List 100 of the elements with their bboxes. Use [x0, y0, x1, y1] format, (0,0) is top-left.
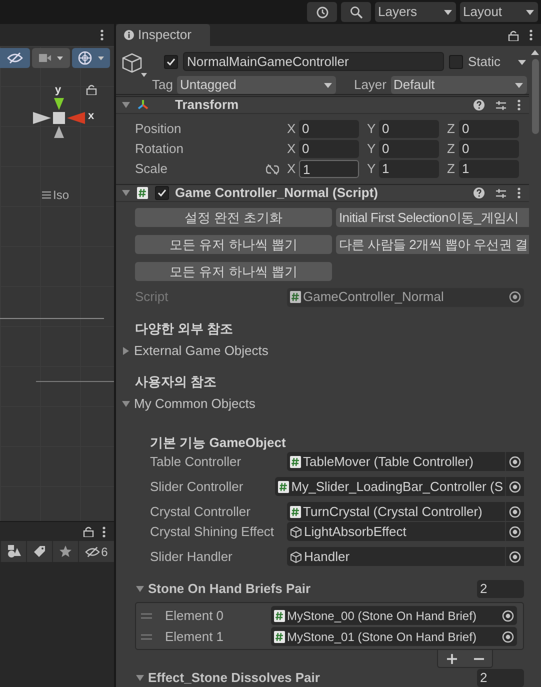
expanded-arrow-icon[interactable]	[121, 188, 131, 198]
caret-icon[interactable]	[517, 58, 527, 66]
expanded-arrow-icon[interactable]	[135, 584, 145, 594]
count-field[interactable]: 2	[477, 580, 524, 598]
inspector-tab[interactable]: Inspector	[116, 24, 210, 46]
object-picker-icon[interactable]	[502, 630, 514, 642]
object-field[interactable]: LightAbsorbEffect	[287, 522, 524, 541]
active-checkbox[interactable]	[164, 54, 178, 68]
number-field[interactable]: 1	[299, 160, 359, 178]
object-field[interactable]: MyStone_00 (Stone On Hand Brief)	[271, 606, 517, 625]
dropdown[interactable]: Layout	[460, 2, 538, 22]
more-options-icon[interactable]	[529, 29, 533, 41]
more-options-icon[interactable]	[517, 187, 521, 199]
shapes-icon	[6, 545, 20, 558]
object-field[interactable]: Handler	[287, 547, 524, 566]
expanded-arrow-icon[interactable]	[121, 100, 131, 110]
star-icon	[59, 545, 72, 558]
drag-handle-icon[interactable]	[141, 612, 152, 618]
script-icon	[290, 506, 301, 518]
scrollbar-thumb[interactable]	[532, 59, 538, 134]
action-button[interactable]: 설정 완전 초기화	[135, 208, 332, 227]
projection-label[interactable]: Iso	[53, 187, 70, 203]
scroll-up-arrow-icon[interactable]	[531, 50, 539, 55]
script-icon	[274, 630, 285, 642]
object-field[interactable]: TableMover (Table Controller)	[287, 452, 524, 471]
caret-icon	[322, 81, 333, 89]
layer-dropdown[interactable]: Default	[390, 76, 527, 94]
caret-icon	[525, 8, 535, 16]
object-picker-icon[interactable]	[509, 550, 521, 562]
list-title[interactable]: Stone On Hand Briefs Pair	[148, 581, 474, 597]
list-title[interactable]: Effect_Stone Dissolves Pair	[148, 670, 474, 686]
property-label: Element 0	[165, 608, 225, 624]
search-icon	[350, 6, 362, 18]
more-options-icon[interactable]	[517, 99, 521, 111]
camera-dropdown[interactable]	[32, 48, 70, 68]
count-field[interactable]: 2	[477, 669, 524, 687]
number-field[interactable]: 0	[299, 140, 359, 158]
number-field[interactable]: 0	[379, 120, 439, 138]
action-button[interactable]: 다른 사람들 2개씩 뽑아 우선권 결	[336, 235, 529, 254]
axis-label: y	[55, 83, 62, 98]
tag-dropdown[interactable]: Untagged	[176, 76, 336, 94]
more-options-icon[interactable]	[102, 526, 106, 538]
lock-icon[interactable]	[508, 30, 519, 40]
more-options-icon[interactable]	[100, 29, 104, 41]
unlinked-icon[interactable]	[266, 164, 279, 174]
foldout-label[interactable]: External Game Objects	[134, 343, 268, 359]
section-header: 사용자의 참조	[135, 374, 218, 390]
axis-label: Z	[447, 121, 456, 137]
action-button[interactable]: 모든 유저 하나씩 뽑기	[135, 235, 332, 254]
axis-label: x	[88, 109, 94, 124]
history-button[interactable]	[307, 2, 337, 22]
presets-icon[interactable]	[495, 188, 507, 198]
help-icon[interactable]	[473, 187, 485, 199]
object-field[interactable]: My_Slider_LoadingBar_Controller (S	[275, 477, 524, 496]
add-icon[interactable]	[446, 654, 456, 664]
number-field[interactable]: 0	[459, 140, 519, 158]
number-field[interactable]: 0	[459, 120, 519, 138]
property-label: Crystal Controller	[150, 504, 252, 520]
static-checkbox[interactable]	[449, 54, 463, 68]
object-field[interactable]: TurnCrystal (Crystal Controller)	[287, 502, 524, 521]
enabled-checkbox[interactable]	[155, 186, 169, 200]
foldout-label[interactable]: My Common Objects	[134, 396, 256, 412]
help-icon[interactable]	[473, 99, 485, 111]
object-picker-icon[interactable]	[509, 456, 521, 468]
number-field[interactable]: 0	[299, 120, 359, 138]
presets-icon[interactable]	[495, 100, 507, 110]
expanded-arrow-icon[interactable]	[121, 399, 131, 409]
search-button[interactable]	[341, 2, 371, 22]
object-picker-icon[interactable]	[509, 480, 521, 492]
lock-icon[interactable]	[83, 526, 94, 537]
object-field[interactable]: MyStone_01 (Stone On Hand Brief)	[271, 627, 517, 646]
dropdown[interactable]: Layers	[375, 2, 456, 22]
object-picker-icon[interactable]	[509, 506, 521, 518]
object-picker-icon[interactable]	[509, 526, 521, 538]
axis-label: X	[287, 161, 297, 177]
number-field[interactable]: 1	[459, 160, 519, 178]
action-button[interactable]: 모든 유저 하나씩 뽑기	[135, 262, 332, 281]
lock-icon[interactable]	[86, 84, 97, 95]
property-label: Script	[135, 289, 170, 305]
gizmos-dropdown[interactable]	[72, 48, 110, 68]
globe-icon	[78, 51, 92, 65]
tag-label: Tag	[152, 77, 173, 93]
property-label: Slider Handler	[150, 548, 234, 564]
object-picker-icon[interactable]	[502, 610, 514, 622]
cube-icon	[290, 550, 302, 562]
name-field[interactable]: NormalMainGameController	[183, 52, 444, 71]
drag-handle-icon[interactable]	[141, 634, 152, 640]
scene-view[interactable]: y x Iso	[0, 46, 114, 521]
property-label: Table Controller	[150, 454, 242, 470]
menu-icon	[42, 191, 51, 199]
number-field[interactable]: 1	[379, 160, 439, 178]
checkmark-icon	[166, 56, 176, 66]
transform-icon	[137, 99, 149, 111]
expanded-arrow-icon[interactable]	[135, 673, 145, 683]
axis-label: Z	[447, 141, 456, 157]
action-button[interactable]: Initial First Selection이동_게임시	[336, 208, 529, 227]
collapsed-arrow-icon[interactable]	[121, 346, 131, 356]
visibility-toggle[interactable]	[0, 48, 30, 68]
number-field[interactable]: 0	[379, 140, 439, 158]
section-header: 다양한 외부 참조	[135, 321, 234, 337]
